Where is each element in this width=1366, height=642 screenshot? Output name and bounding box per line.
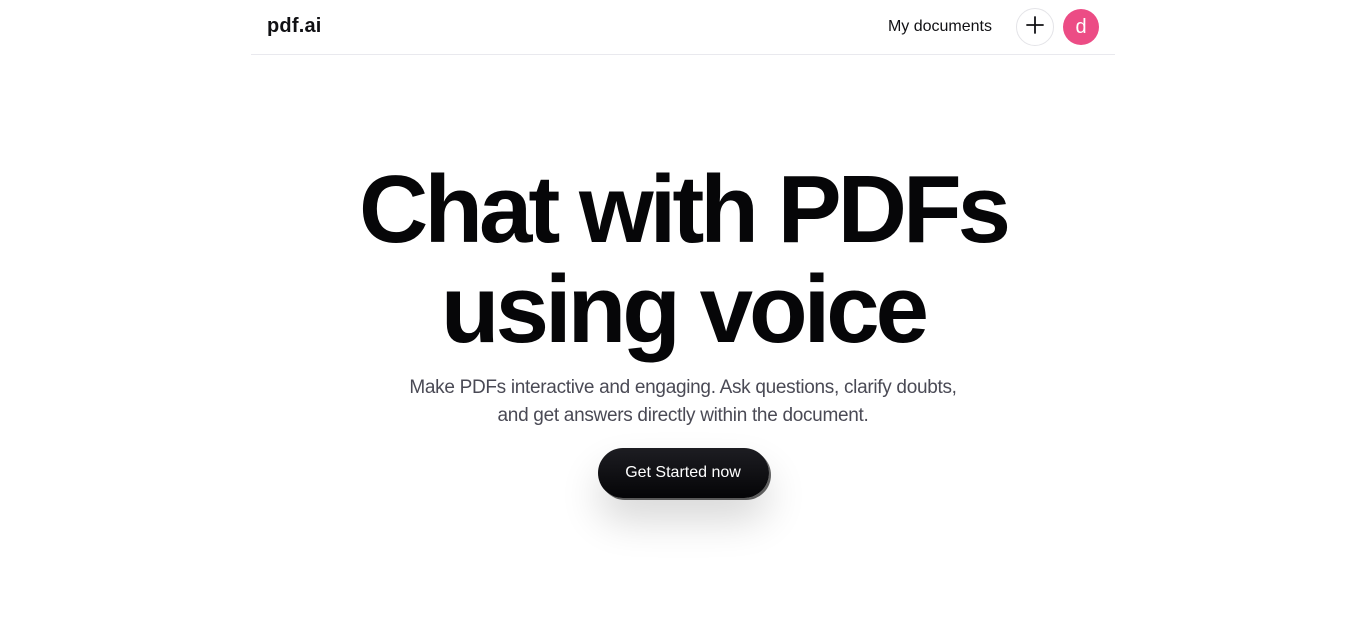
nav-right: My documents d xyxy=(888,8,1099,46)
user-avatar[interactable]: d xyxy=(1063,9,1099,45)
get-started-button[interactable]: Get Started now xyxy=(597,448,769,498)
hero-headline: Chat with PDFs using voice xyxy=(0,160,1366,360)
my-documents-link[interactable]: My documents xyxy=(888,18,992,36)
hero-subtext: Make PDFs interactive and engaging. Ask … xyxy=(409,377,957,426)
headline-line-2: using voice xyxy=(440,256,929,363)
top-navbar: pdf.ai My documents d xyxy=(251,0,1115,55)
plus-icon xyxy=(1025,15,1045,40)
headline-line-1: Chat with PDFs xyxy=(358,156,1011,263)
hero-section: Chat with PDFs using voice Make PDFs int… xyxy=(0,160,1366,498)
logo[interactable]: pdf.ai xyxy=(267,15,322,38)
new-document-button[interactable] xyxy=(1016,8,1054,46)
cta-container: Get Started now xyxy=(0,448,1366,498)
